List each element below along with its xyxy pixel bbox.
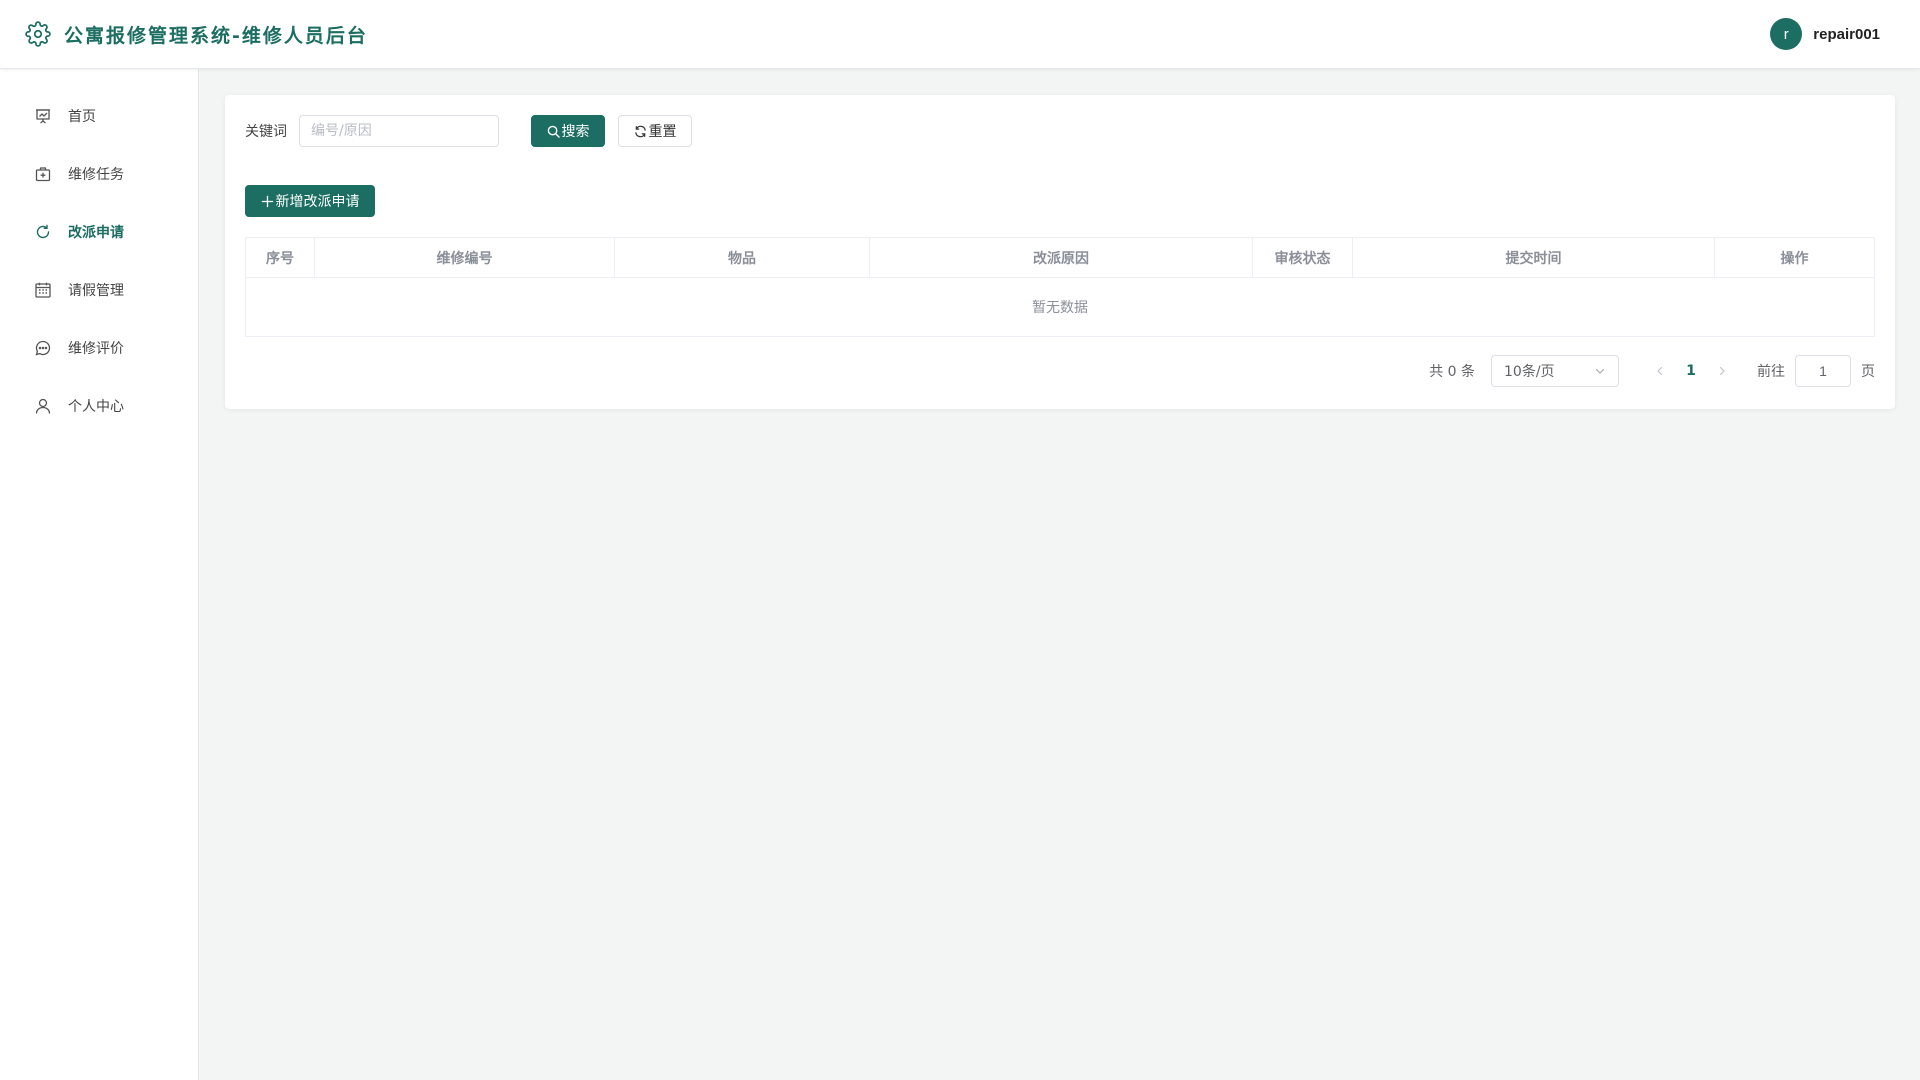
sidebar-item-label: 个人中心: [68, 399, 124, 415]
keyword-label: 关键词: [245, 124, 287, 140]
search-bar: 关键词 搜索 重置: [245, 115, 692, 147]
column-header-review-status: 审核状态: [1253, 238, 1353, 277]
sidebar-item-repair-tasks[interactable]: 维修任务: [0, 145, 198, 203]
column-header-repair-number: 维修编号: [315, 238, 615, 277]
presentation-chart-icon: [34, 107, 52, 125]
table-header: 序号 维修编号 物品 改派原因 审核状态 提交时间 操作: [246, 238, 1874, 278]
app-title: 公寓报修管理系统-维修人员后台: [64, 24, 368, 47]
sidebar-item-leave-management[interactable]: 请假管理: [0, 261, 198, 319]
search-icon: [547, 125, 560, 138]
page-size-select[interactable]: 10条/页: [1491, 355, 1619, 387]
column-header-index: 序号: [246, 238, 315, 277]
keyword-input[interactable]: [299, 115, 499, 147]
search-button[interactable]: 搜索: [531, 115, 605, 147]
goto-page-input[interactable]: [1795, 355, 1851, 387]
sidebar-item-label: 维修评价: [68, 341, 124, 357]
total-count: 共 0 条: [1429, 364, 1475, 380]
reset-button[interactable]: 重置: [618, 115, 692, 147]
next-page-button[interactable]: [1707, 355, 1737, 387]
column-header-item: 物品: [615, 238, 870, 277]
add-button-label: 新增改派申请: [275, 194, 360, 210]
page-size-value: 10条/页: [1504, 364, 1555, 380]
search-button-label: 搜索: [561, 124, 590, 140]
page-number-current[interactable]: 1: [1675, 355, 1707, 387]
first-aid-kit-icon: [34, 165, 52, 183]
table-empty-text: 暂无数据: [1032, 300, 1088, 316]
page-unit-label: 页: [1861, 364, 1875, 380]
chat-bubble-icon: [34, 339, 52, 357]
column-header-submit-time: 提交时间: [1353, 238, 1715, 277]
reset-button-label: 重置: [648, 124, 677, 140]
pagination: 共 0 条 10条/页 1 前往 页: [1429, 355, 1875, 387]
goto-label: 前往: [1757, 364, 1785, 380]
sidebar: 首页 维修任务 改派申请 请假管理 维修评价 个人中心: [0, 69, 199, 1080]
main-card: 关键词 搜索 重置 新增改派申请: [225, 95, 1895, 409]
sidebar-item-label: 首页: [68, 109, 96, 125]
user-menu[interactable]: r repair001: [1770, 18, 1880, 50]
chevron-down-icon: [1594, 365, 1606, 377]
sidebar-item-label: 改派申请: [68, 225, 124, 241]
avatar: r: [1770, 18, 1803, 50]
add-reassign-request-button[interactable]: 新增改派申请: [245, 185, 375, 217]
reassign-request-table: 序号 维修编号 物品 改派原因 审核状态 提交时间 操作 暂无数据: [245, 237, 1875, 337]
username: repair001: [1813, 25, 1880, 43]
column-header-reason: 改派原因: [870, 238, 1253, 277]
sidebar-item-reassign-requests[interactable]: 改派申请: [0, 203, 198, 261]
refresh-icon: [34, 223, 52, 241]
top-header: 公寓报修管理系统-维修人员后台 r repair001: [0, 0, 1920, 69]
sidebar-item-label: 请假管理: [68, 283, 124, 299]
column-header-actions: 操作: [1780, 250, 1809, 267]
plus-icon: [261, 195, 274, 208]
sidebar-item-label: 维修任务: [68, 167, 124, 183]
sidebar-item-home[interactable]: 首页: [0, 87, 198, 145]
gear-icon: [25, 21, 51, 47]
chevron-left-icon: [1657, 366, 1663, 376]
prev-page-button[interactable]: [1645, 355, 1675, 387]
chevron-right-icon: [1719, 366, 1725, 376]
refresh-icon: [634, 125, 647, 138]
sidebar-item-repair-reviews[interactable]: 维修评价: [0, 319, 198, 377]
user-icon: [34, 397, 52, 415]
sidebar-item-profile[interactable]: 个人中心: [0, 377, 198, 435]
calendar-icon: [34, 281, 52, 299]
